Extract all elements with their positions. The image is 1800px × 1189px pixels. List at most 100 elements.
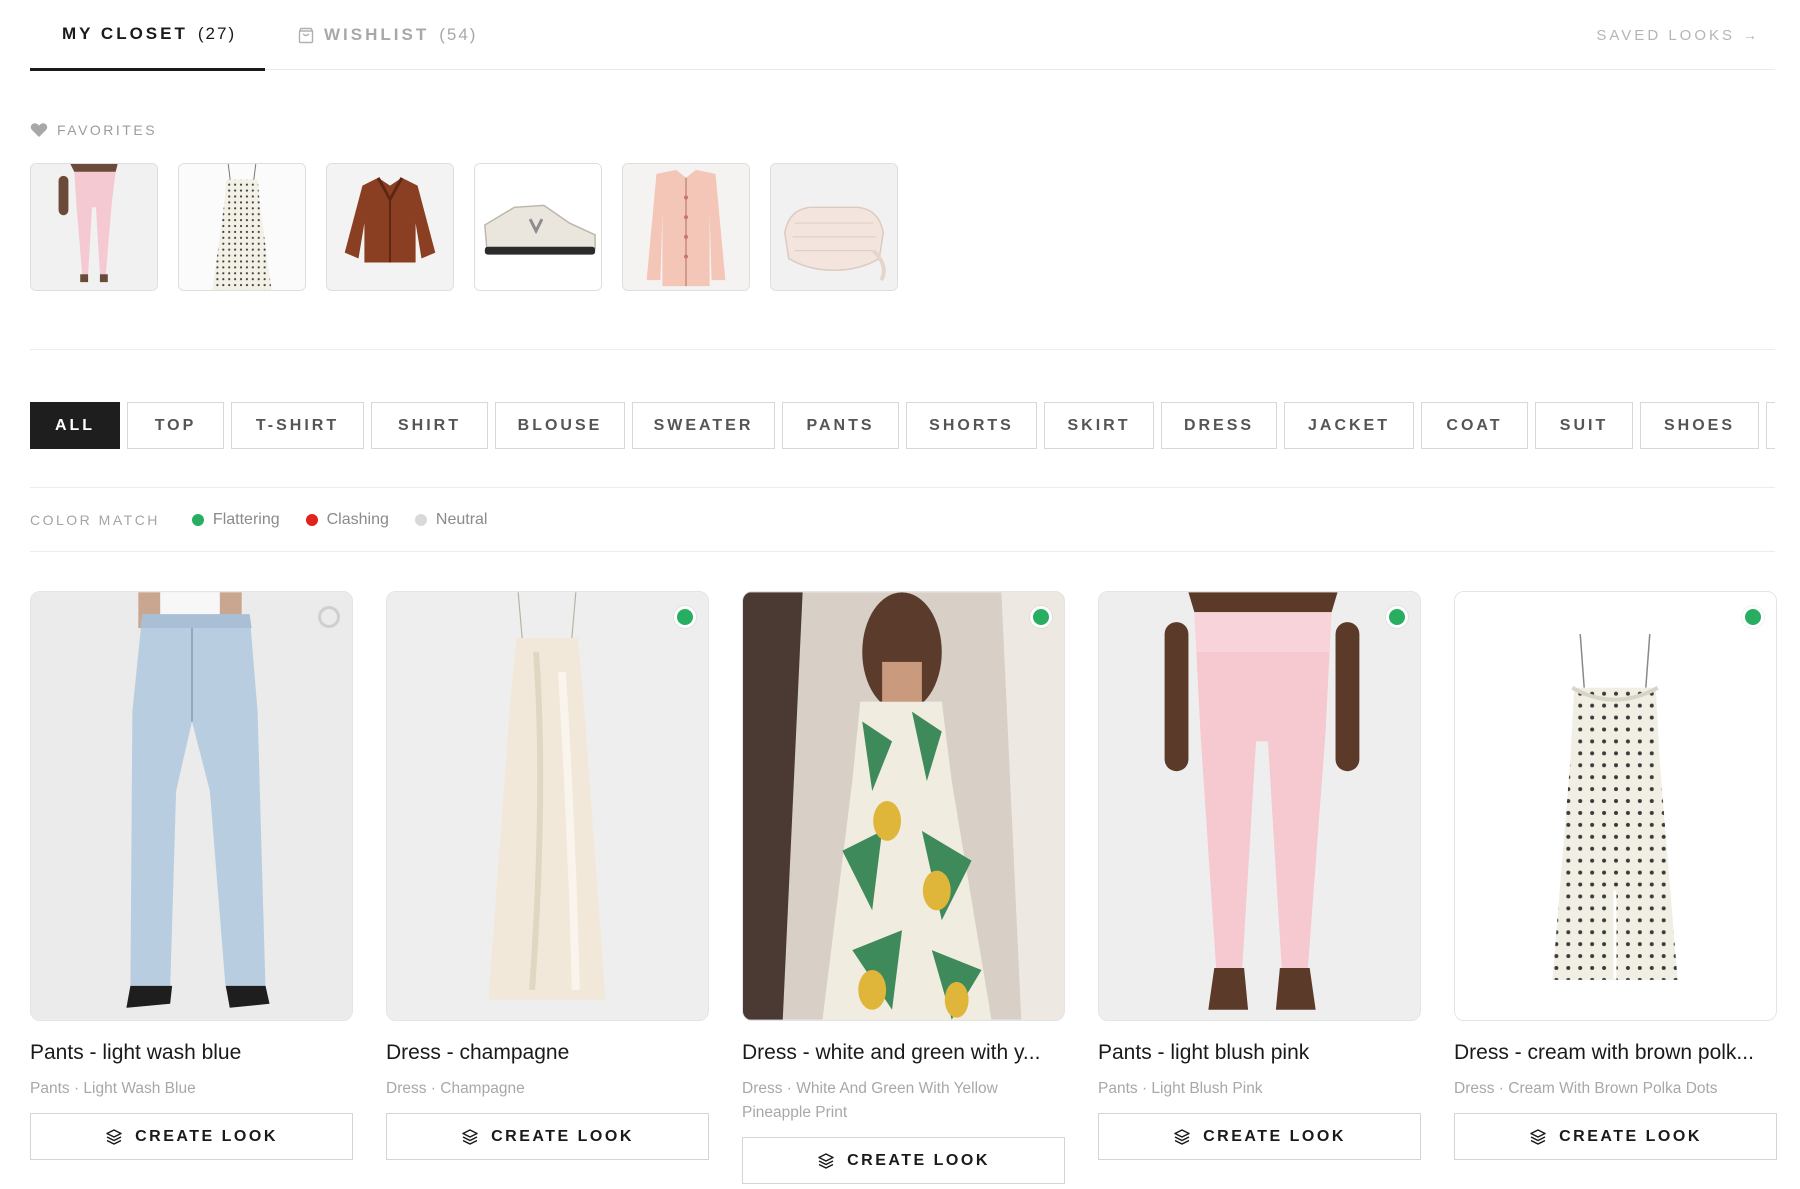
product-title: Pants - light blush pink bbox=[1098, 1041, 1310, 1064]
product-image[interactable] bbox=[30, 591, 353, 1021]
arrow-right-icon: → bbox=[1743, 27, 1757, 43]
color-match-status-icon bbox=[1030, 606, 1052, 628]
category-filter-blouse[interactable]: BLOUSE bbox=[495, 402, 625, 449]
create-look-button[interactable]: CREATE LOOK bbox=[1454, 1113, 1777, 1160]
legend-neutral-label: Neutral bbox=[435, 511, 488, 528]
product-subtitle: Pants · Light Wash Blue bbox=[30, 1080, 196, 1097]
legend-flattering-label: Flattering bbox=[212, 511, 280, 528]
polka-dot-dress-image bbox=[179, 164, 305, 290]
closet-tabs: MY CLOSET (27) WISHLIST (54) SAVED LOOKS… bbox=[30, 0, 1775, 71]
legend-flattering: Flattering bbox=[191, 511, 280, 529]
sneaker-image bbox=[475, 164, 601, 290]
section-divider bbox=[30, 349, 1775, 350]
product-grid: Pants - light wash blue Pants · Light Wa… bbox=[30, 591, 1777, 1184]
create-look-button[interactable]: CREATE LOOK bbox=[742, 1137, 1065, 1184]
layers-icon bbox=[462, 1128, 478, 1145]
category-filter-overflow[interactable] bbox=[1766, 402, 1775, 449]
product-image[interactable] bbox=[742, 591, 1065, 1021]
product-subtitle: Dress · Cream With Brown Polka Dots bbox=[1454, 1080, 1718, 1097]
category-filter-all[interactable]: ALL bbox=[30, 402, 120, 449]
create-look-button[interactable]: CREATE LOOK bbox=[1098, 1113, 1421, 1160]
category-filter-skirt[interactable]: SKIRT bbox=[1044, 402, 1154, 449]
favorite-item[interactable] bbox=[326, 163, 454, 291]
product-card: Dress - cream with brown polk... Dress ·… bbox=[1454, 591, 1777, 1184]
color-match-title: COLOR MATCH bbox=[30, 512, 160, 528]
color-match-status-icon bbox=[1742, 606, 1764, 628]
saved-looks-label: SAVED LOOKS bbox=[1596, 26, 1735, 44]
saved-looks-link[interactable]: SAVED LOOKS → bbox=[1596, 0, 1757, 70]
layers-icon bbox=[1174, 1128, 1190, 1145]
category-filter-sweater[interactable]: SWEATER bbox=[632, 402, 775, 449]
favorite-item[interactable] bbox=[30, 163, 158, 291]
color-match-legend: COLOR MATCH Flattering Clashing Neutral bbox=[30, 509, 513, 531]
legend-neutral: Neutral bbox=[414, 511, 488, 529]
product-card: Dress - white and green with y... Dress … bbox=[742, 591, 1065, 1184]
product-subtitle: Pants · Light Blush Pink bbox=[1098, 1080, 1263, 1097]
product-title: Dress - champagne bbox=[386, 1041, 570, 1064]
tab-my-closet-count: (27) bbox=[197, 24, 237, 43]
category-filter-bar: ALL TOP T-SHIRT SHIRT BLOUSE SWEATER PANTS SHOR… bbox=[30, 402, 1775, 449]
category-filter-coat[interactable]: COAT bbox=[1421, 402, 1528, 449]
category-filter-dress[interactable]: DRESS bbox=[1161, 402, 1277, 449]
create-look-label: CREATE LOOK bbox=[1203, 1127, 1346, 1145]
tab-wishlist[interactable]: WISHLIST (54) bbox=[298, 0, 477, 70]
pink-leggings-image bbox=[1099, 592, 1420, 1020]
clashing-dot-icon bbox=[305, 514, 318, 526]
category-filter-jacket[interactable]: JACKET bbox=[1284, 402, 1414, 449]
product-image[interactable] bbox=[1454, 591, 1777, 1021]
category-filter-shoes[interactable]: SHOES bbox=[1640, 402, 1759, 449]
pineapple-dress-image bbox=[743, 592, 1064, 1020]
flattering-dot-icon bbox=[191, 514, 204, 526]
tab-wishlist-count: (54) bbox=[439, 25, 478, 44]
favorites-label: FAVORITES bbox=[57, 122, 158, 138]
color-match-status-icon bbox=[674, 606, 696, 628]
category-filter-top[interactable]: TOP bbox=[127, 402, 224, 449]
create-look-label: CREATE LOOK bbox=[491, 1127, 634, 1145]
create-look-button[interactable]: CREATE LOOK bbox=[30, 1113, 353, 1160]
section-divider bbox=[30, 487, 1775, 488]
color-match-status-icon bbox=[318, 606, 340, 628]
leather-jacket-image bbox=[327, 164, 453, 290]
favorite-item[interactable] bbox=[622, 163, 750, 291]
product-card: Pants - light wash blue Pants · Light Wa… bbox=[30, 591, 353, 1184]
product-image[interactable] bbox=[1098, 591, 1421, 1021]
favorite-item[interactable] bbox=[474, 163, 602, 291]
tab-my-closet[interactable]: MY CLOSET (27) bbox=[30, 0, 265, 71]
pink-leggings-image bbox=[31, 164, 157, 290]
layers-icon bbox=[1530, 1128, 1546, 1145]
tab-wishlist-label: WISHLIST bbox=[324, 25, 430, 44]
category-filter-pants[interactable]: PANTS bbox=[782, 402, 899, 449]
favorite-item[interactable] bbox=[770, 163, 898, 291]
champagne-dress-image bbox=[387, 592, 708, 1020]
favorites-row bbox=[30, 163, 898, 291]
product-title: Dress - white and green with y... bbox=[742, 1041, 1041, 1064]
product-title: Dress - cream with brown polk... bbox=[1454, 1041, 1754, 1064]
category-filter-t-shirt[interactable]: T-SHIRT bbox=[231, 402, 364, 449]
product-card: Dress - champagne Dress · Champagne CREA… bbox=[386, 591, 709, 1184]
favorites-heading: FAVORITES bbox=[30, 122, 157, 138]
layers-icon bbox=[818, 1152, 834, 1169]
category-filter-shirt[interactable]: SHIRT bbox=[371, 402, 488, 449]
product-card: Pants - light blush pink Pants · Light B… bbox=[1098, 591, 1421, 1184]
product-subtitle: Dress · White And Green With Yellow Pine… bbox=[742, 1080, 998, 1121]
category-filter-suit[interactable]: SUIT bbox=[1535, 402, 1633, 449]
product-title: Pants - light wash blue bbox=[30, 1041, 242, 1064]
legend-clashing: Clashing bbox=[305, 511, 389, 529]
create-look-label: CREATE LOOK bbox=[847, 1151, 990, 1169]
legend-clashing-label: Clashing bbox=[326, 511, 389, 528]
color-match-status-icon bbox=[1386, 606, 1408, 628]
heart-icon bbox=[30, 123, 48, 137]
polka-dot-dress-image bbox=[1455, 592, 1776, 1020]
create-look-button[interactable]: CREATE LOOK bbox=[386, 1113, 709, 1160]
favorite-item[interactable] bbox=[178, 163, 306, 291]
create-look-label: CREATE LOOK bbox=[1559, 1127, 1702, 1145]
cardigan-image bbox=[623, 164, 749, 290]
product-image[interactable] bbox=[386, 591, 709, 1021]
layers-icon bbox=[106, 1128, 122, 1145]
jeans-image bbox=[31, 592, 352, 1020]
tab-my-closet-label: MY CLOSET bbox=[62, 24, 188, 43]
category-filter-shorts[interactable]: SHORTS bbox=[906, 402, 1037, 449]
neutral-dot-icon bbox=[414, 514, 427, 526]
category-filter-track: ALL TOP T-SHIRT SHIRT BLOUSE SWEATER PANTS SHOR… bbox=[30, 402, 1775, 449]
create-look-label: CREATE LOOK bbox=[135, 1127, 278, 1145]
